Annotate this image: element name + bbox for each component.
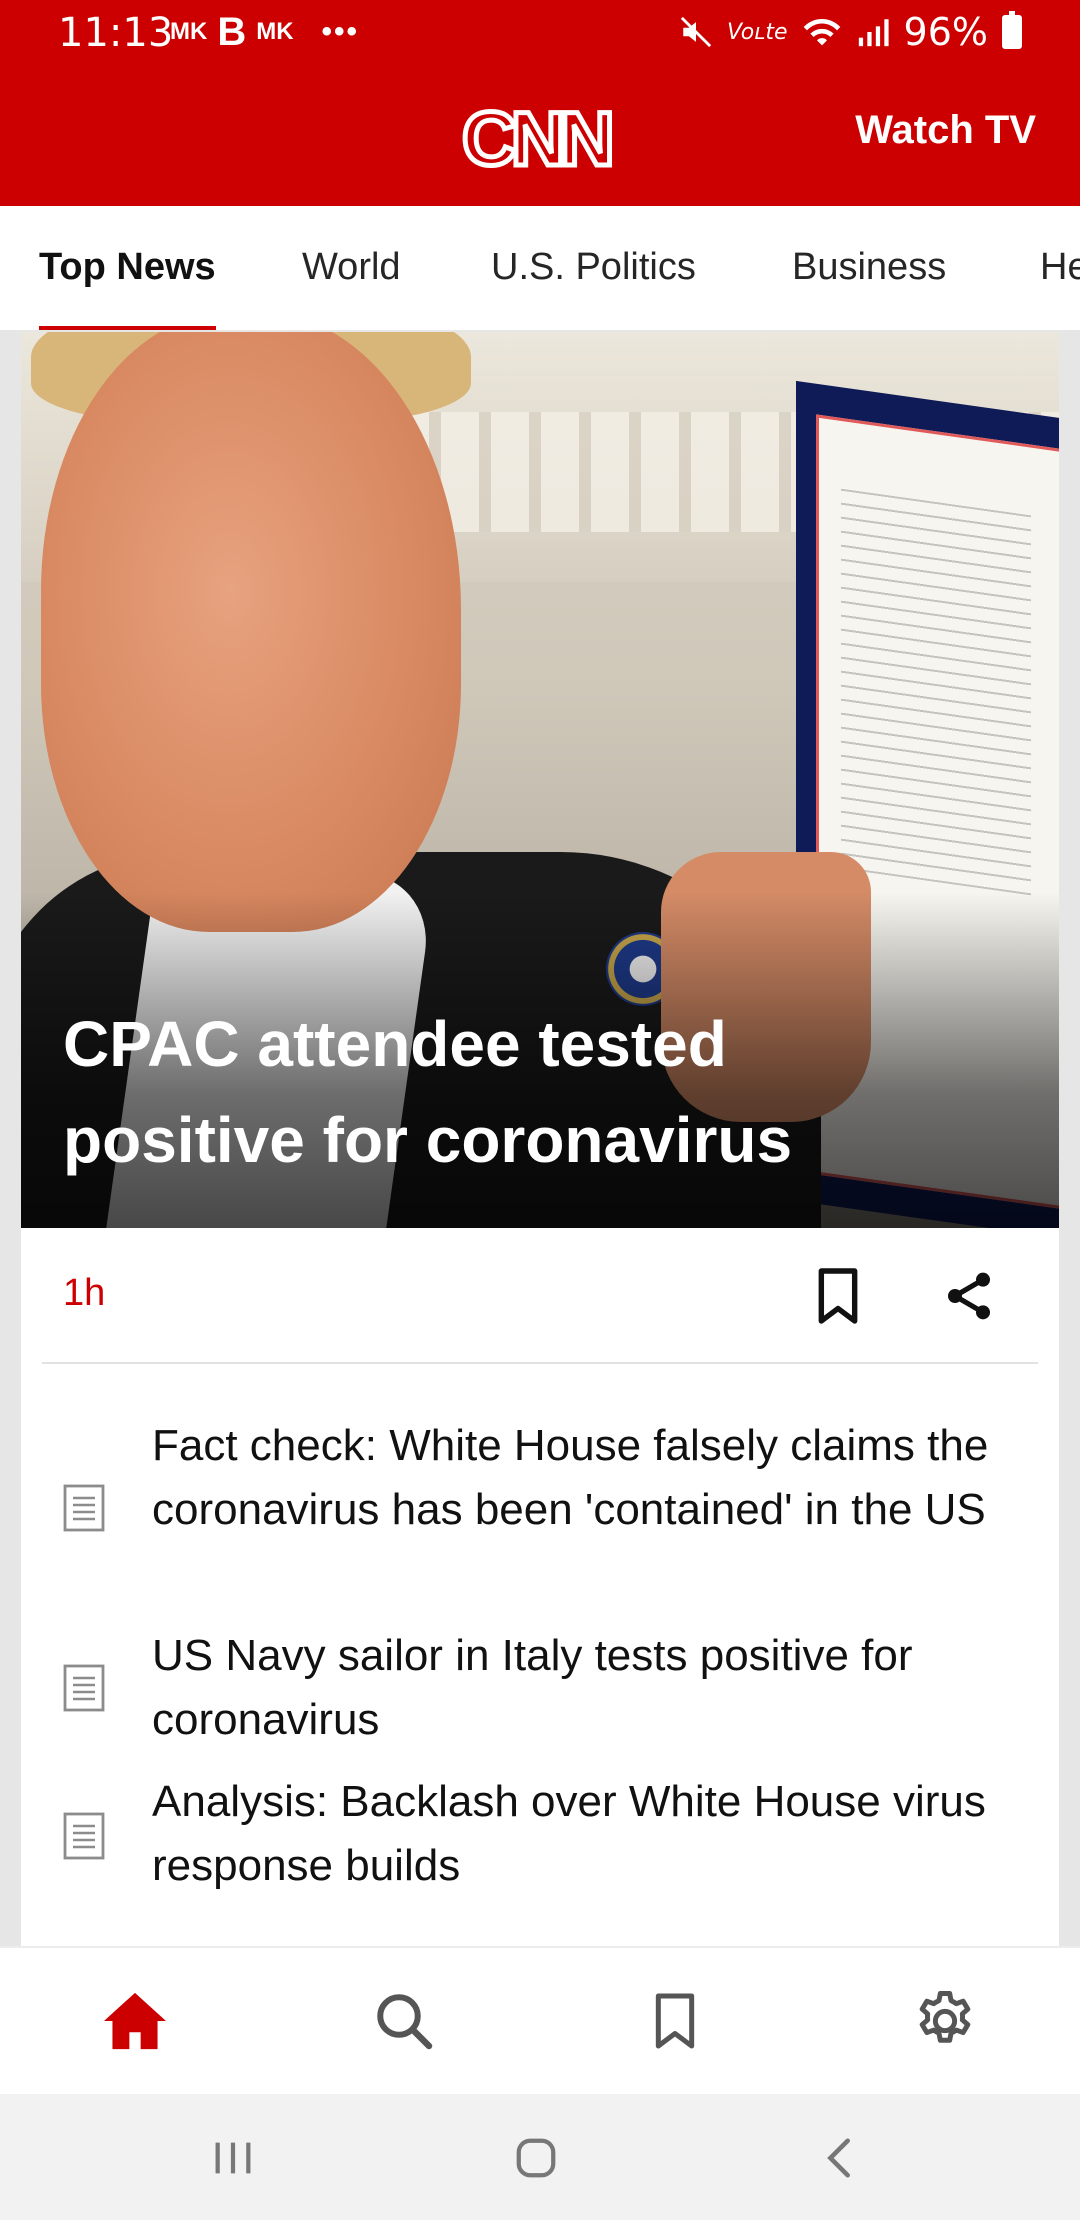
section-tabs: Top News World U.S. Politics Business He	[0, 206, 1080, 332]
status-bar: 11:13 MK B MK ••• Voʟte 96%	[0, 0, 1080, 66]
bottom-navigation	[0, 1946, 1080, 2094]
cnn-logo[interactable]: CNN	[460, 95, 618, 185]
back-button[interactable]	[812, 2130, 868, 2186]
share-button[interactable]	[941, 1266, 997, 1326]
article-icon	[63, 1812, 105, 1860]
bookmark-icon	[818, 1268, 858, 1324]
story-card: CPAC attendee tested positive for corona…	[21, 332, 1059, 1946]
search-icon	[377, 1994, 433, 2050]
battery-icon	[1002, 11, 1022, 49]
story-meta-row: 1h	[21, 1228, 1059, 1362]
nav-settings[interactable]	[910, 1986, 980, 2056]
recent-apps-icon	[215, 2142, 251, 2174]
tab-world[interactable]: World	[302, 246, 401, 330]
article-icon	[63, 1664, 105, 1712]
recent-apps-button[interactable]	[205, 2130, 261, 2186]
b-notification-icon: B	[217, 10, 247, 54]
hero-story[interactable]: CPAC attendee tested positive for corona…	[21, 332, 1059, 1228]
tab-top-news[interactable]: Top News	[39, 246, 216, 330]
signal-icon	[858, 19, 889, 47]
bookmark-button[interactable]	[813, 1266, 863, 1326]
home-icon	[104, 1992, 166, 2050]
article-icon	[63, 1484, 105, 1532]
mk-notification-icon: MK	[170, 18, 208, 45]
system-navigation-bar	[0, 2094, 1080, 2220]
system-status: Voʟte 96%	[679, 10, 1022, 54]
mk-notification-icon: MK	[256, 18, 294, 45]
hero-headline[interactable]: CPAC attendee tested positive for corona…	[63, 996, 923, 1188]
settings-icon	[919, 1991, 971, 2043]
wifi-icon	[803, 18, 840, 46]
nav-search[interactable]	[369, 1986, 439, 2056]
divider	[42, 1362, 1038, 1364]
hero-image-document-text	[841, 488, 1031, 896]
notification-icons: MK B MK •••	[170, 12, 359, 52]
bookmark-icon	[655, 1993, 695, 2049]
volte-icon: Voʟte	[726, 19, 788, 45]
home-button[interactable]	[508, 2130, 564, 2186]
related-story-title[interactable]: Fact check: White House falsely claims t…	[152, 1414, 1012, 1542]
news-feed: CPAC attendee tested positive for corona…	[0, 332, 1080, 1946]
home-square-icon	[516, 2138, 556, 2178]
status-time: 11:13	[58, 10, 174, 56]
tab-us-politics[interactable]: U.S. Politics	[491, 246, 696, 330]
nav-saved[interactable]	[640, 1986, 710, 2056]
share-icon	[948, 1272, 990, 1320]
related-story-title[interactable]: US Navy sailor in Italy tests positive f…	[152, 1624, 1012, 1752]
watch-tv-button[interactable]: Watch TV	[855, 108, 1036, 153]
tab-health[interactable]: He	[1040, 246, 1080, 330]
mute-icon	[680, 16, 712, 48]
related-story-title[interactable]: Analysis: Backlash over White House viru…	[152, 1770, 1012, 1898]
nav-home[interactable]	[100, 1986, 170, 2056]
battery-percentage: 96%	[903, 10, 988, 54]
back-icon	[827, 2138, 850, 2178]
story-timestamp: 1h	[63, 1272, 106, 1314]
tab-business[interactable]: Business	[792, 246, 946, 330]
app-header: CNN Watch TV	[0, 66, 1080, 206]
hero-image-face	[41, 332, 461, 932]
more-notifications-icon: •••	[321, 15, 360, 48]
